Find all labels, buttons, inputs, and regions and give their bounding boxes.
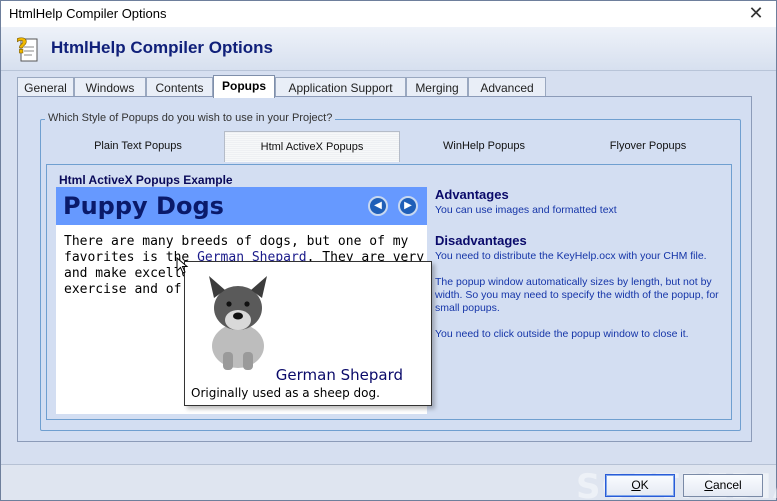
disadvantage-item: The popup window automatically sizes by … [435, 276, 719, 314]
close-icon[interactable]: ✕ [746, 3, 766, 23]
body-text: exercise and of c [64, 282, 198, 297]
tab-contents[interactable]: Contents [146, 77, 213, 97]
preview-banner: Puppy Dogs ◀ ▶ [56, 187, 427, 225]
cancel-label: ancel [712, 478, 742, 492]
tab-windows[interactable]: Windows [74, 77, 146, 97]
tab-label: Application Support [288, 81, 393, 95]
body-text: There are many breeds of dogs, but one o… [64, 234, 409, 249]
popup-info-pane: Advantages You can use images and format… [435, 187, 730, 341]
example-title: Html ActiveX Popups Example [59, 173, 233, 187]
advantages-text: You can use images and formatted text [435, 204, 617, 216]
tab-merging[interactable]: Merging [406, 77, 468, 97]
cancel-button[interactable]: Cancel [683, 474, 763, 497]
option-label: Flyover Popups [609, 140, 687, 152]
tab-label: Contents [155, 81, 204, 95]
example-preview: Puppy Dogs ◀ ▶ There are many breeds of … [56, 187, 432, 414]
disadvantage-item: You need to distribute the KeyHelp.ocx w… [435, 250, 707, 262]
puppy-photo [209, 276, 267, 370]
main-window: HtmlHelp Compiler Options ✕ ? HtmlHelp C… [0, 0, 777, 501]
dialog-footer: SOFTPEDIA OK Cancel [1, 464, 777, 501]
ok-label: K [640, 478, 649, 492]
option-label: WinHelp Popups [443, 140, 525, 152]
tab-label: Merging [415, 81, 459, 95]
tab-popups[interactable]: Popups [213, 75, 275, 98]
dialog-header: ? HtmlHelp Compiler Options [1, 27, 776, 71]
option-plain-text-popups[interactable]: Plain Text Popups [58, 131, 218, 162]
preview-page-title: Puppy Dogs [63, 192, 224, 220]
popup-example-box: Html ActiveX Popups Example Puppy Dogs ◀… [46, 164, 732, 420]
disadvantage-item: You need to click outside the popup wind… [435, 328, 689, 340]
forward-arrow-icon[interactable]: ▶ [398, 196, 418, 216]
back-arrow-icon[interactable]: ◀ [368, 196, 388, 216]
ok-button[interactable]: OK [605, 474, 675, 497]
tab-application-support[interactable]: Application Support [275, 77, 406, 97]
option-winhelp-popups[interactable]: WinHelp Popups [406, 131, 562, 162]
help-page-icon: ? [16, 35, 38, 62]
cancel-accel: C [704, 478, 713, 492]
option-flyover-popups[interactable]: Flyover Popups [568, 131, 728, 162]
advantages-heading: Advantages [435, 187, 509, 202]
title-bar: HtmlHelp Compiler Options ✕ [1, 1, 776, 27]
tab-label: Popups [222, 79, 266, 93]
popups-tab-panel: Which Style of Popups do you wish to use… [17, 96, 752, 442]
option-label: Html ActiveX Popups [260, 141, 364, 153]
svg-text:?: ? [16, 35, 28, 58]
tab-general[interactable]: General [17, 77, 74, 97]
tab-advanced[interactable]: Advanced [468, 77, 546, 97]
dialog-heading: HtmlHelp Compiler Options [51, 38, 273, 57]
tab-label: Advanced [480, 81, 534, 95]
window-title: HtmlHelp Compiler Options [9, 6, 167, 21]
ok-accel: O [631, 478, 641, 492]
tab-label: General [24, 81, 67, 95]
option-html-activex-popups[interactable]: Html ActiveX Popups [224, 131, 400, 162]
mouse-cursor-icon [176, 257, 189, 274]
popup-heading: German Shepard [275, 366, 403, 384]
popup-caption: Originally used as a sheep dog. [191, 386, 380, 400]
popup-style-group-label: Which Style of Popups do you wish to use… [45, 112, 336, 124]
activex-popup-window: German Shepard Originally used as a shee… [184, 261, 432, 406]
disadvantages-heading: Disadvantages [435, 233, 527, 248]
body-line: There are many breeds of dogs, but one o… [64, 234, 424, 250]
option-label: Plain Text Popups [94, 140, 182, 152]
tab-label: Windows [85, 81, 135, 95]
